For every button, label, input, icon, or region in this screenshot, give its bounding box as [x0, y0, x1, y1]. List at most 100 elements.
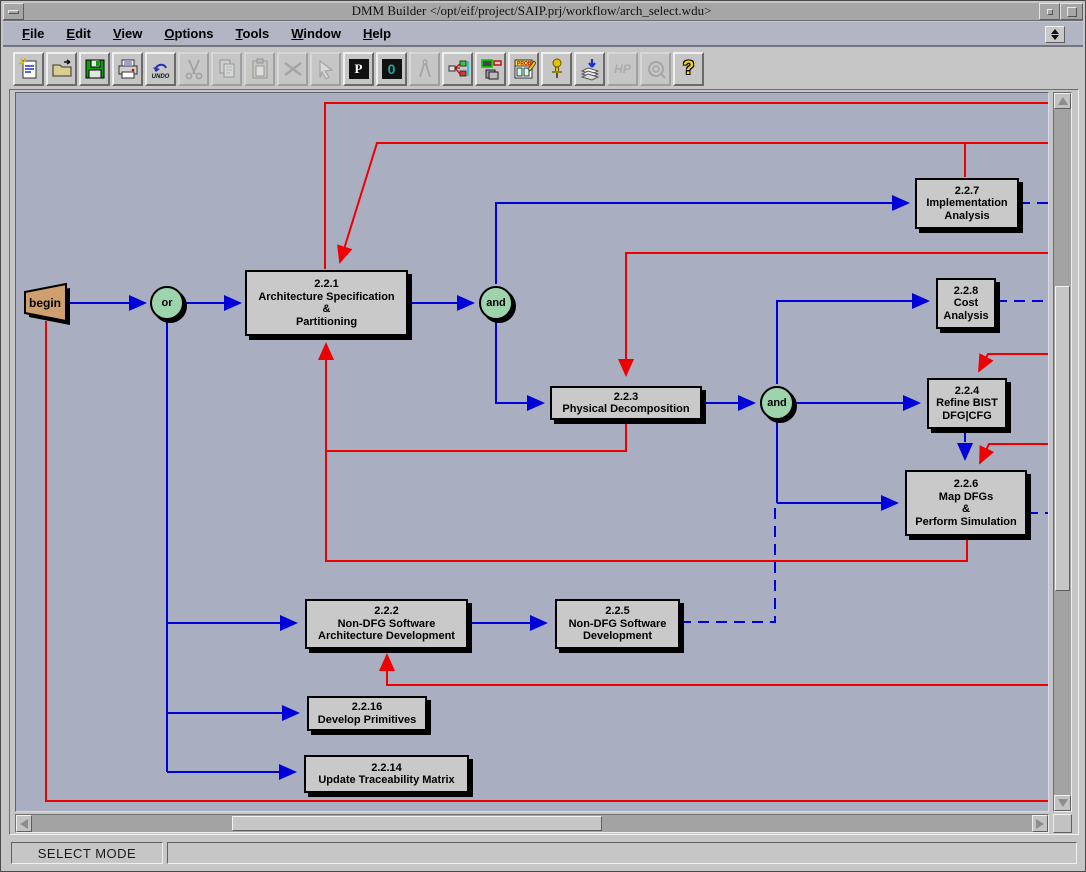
node-2.2.1[interactable]: 2.2.1 Architecture Specification & Parti… [245, 270, 408, 336]
node-and-1[interactable]: and [479, 286, 513, 320]
node-number: 2.2.6 [954, 478, 978, 491]
node-number: 2.2.5 [605, 605, 629, 618]
menu-help[interactable]: Help [352, 23, 402, 44]
stamp-button[interactable] [640, 52, 671, 86]
new-button[interactable] [13, 52, 44, 86]
prob-editor-button[interactable]: PROB [508, 52, 539, 86]
feedback-to-224[interactable] [979, 354, 1048, 371]
print-button[interactable] [112, 52, 143, 86]
stamp-seal-icon [644, 57, 668, 81]
node-2.2.6[interactable]: 2.2.6 Map DFGs & Perform Simulation [905, 470, 1027, 536]
prob-label: PROB [517, 61, 532, 67]
scroll-left-button[interactable] [16, 815, 32, 832]
menu-tools[interactable]: Tools [225, 23, 281, 44]
node-line: Map DFGs [939, 491, 993, 504]
copy-button[interactable] [211, 52, 242, 86]
node-or[interactable]: or [150, 286, 184, 320]
compass-button[interactable] [409, 52, 440, 86]
menu-view[interactable]: View [102, 23, 153, 44]
menu-window[interactable]: Window [280, 23, 352, 44]
node-number: 2.2.2 [374, 605, 398, 618]
horizontal-scroll-thumb[interactable] [232, 816, 602, 831]
mode-indicator: SELECT MODE [11, 842, 163, 864]
maximize-button[interactable] [1060, 3, 1083, 20]
paste-button[interactable] [244, 52, 275, 86]
node-line: & [962, 503, 970, 516]
scroll-down-button[interactable] [1054, 795, 1071, 811]
workflow-diagram-button[interactable] [442, 52, 473, 86]
open-folder-icon [50, 57, 74, 81]
menubar-spinner[interactable] [1045, 26, 1065, 43]
vertical-scrollbar[interactable] [1053, 92, 1072, 812]
zero-tool-button[interactable]: 0 [376, 52, 407, 86]
node-begin[interactable]: begin [24, 283, 76, 331]
p-glyph: P [355, 61, 363, 77]
open-button[interactable] [46, 52, 77, 86]
new-document-icon [17, 57, 41, 81]
zero-glyph: 0 [388, 61, 396, 77]
compass-icon [413, 57, 437, 81]
node-2.2.16[interactable]: 2.2.16 Develop Primitives [307, 696, 427, 731]
undo-label: UNDO [152, 74, 170, 80]
scroll-up-icon [1058, 97, 1068, 105]
node-2.2.14[interactable]: 2.2.14 Update Traceability Matrix [304, 755, 469, 793]
node-line: Analysis [943, 310, 988, 323]
select-pointer-button[interactable] [310, 52, 341, 86]
horizontal-scrollbar[interactable] [15, 814, 1049, 833]
window-layers-button[interactable] [475, 52, 506, 86]
prob-editor-icon: PROB [512, 57, 536, 81]
menu-file[interactable]: File [11, 23, 55, 44]
hp-tool-button[interactable]: HP [607, 52, 638, 86]
menu-bar: File Edit View Options Tools Window Help [3, 22, 1083, 47]
help-button[interactable]: ? [673, 52, 704, 86]
feedback-223-loop[interactable] [326, 420, 626, 451]
node-line: DFG|CFG [942, 410, 992, 423]
node-2.2.8[interactable]: 2.2.8 Cost Analysis [936, 278, 996, 329]
app-window: DMM Builder </opt/eif/project/SAIP.prj/w… [0, 0, 1086, 872]
feedback-226-to-221[interactable] [326, 344, 967, 561]
scroll-left-icon [20, 819, 28, 829]
node-2.2.5[interactable]: 2.2.5 Non-DFG Software Development [555, 599, 680, 649]
feedback-to-222[interactable] [387, 655, 1048, 685]
flow-lines [16, 93, 1049, 812]
flow-and1-to-227[interactable] [496, 203, 908, 284]
save-button[interactable] [79, 52, 110, 86]
minimize-button[interactable] [1039, 3, 1060, 20]
undo-button[interactable]: UNDO [145, 52, 176, 86]
toolbar: UNDO [3, 49, 1083, 89]
p-tool-button[interactable]: P [343, 52, 374, 86]
vertical-scroll-thumb[interactable] [1055, 286, 1070, 591]
status-message [167, 842, 1077, 864]
workflow-canvas[interactable]: begin or and and 2.2.1 Architecture Spec… [15, 92, 1049, 812]
node-and-2[interactable]: and [760, 386, 794, 420]
node-number: 2.2.1 [314, 278, 338, 291]
node-number: 2.2.7 [955, 185, 979, 198]
feedback-to-226[interactable] [980, 444, 1048, 463]
flow-225-to-and2-dashed[interactable] [680, 507, 775, 622]
node-2.2.4[interactable]: 2.2.4 Refine BIST DFG|CFG [927, 378, 1007, 429]
copy-icon [215, 57, 239, 81]
scroll-right-button[interactable] [1032, 815, 1048, 832]
node-line: Update Traceability Matrix [318, 774, 454, 787]
flow-and1-to-223[interactable] [496, 322, 543, 403]
menu-options[interactable]: Options [153, 23, 224, 44]
scrollbar-corner-grip[interactable] [1053, 814, 1072, 833]
window-menu-button[interactable] [3, 3, 24, 20]
window-title: DMM Builder </opt/eif/project/SAIP.prj/w… [24, 3, 1039, 20]
scroll-up-button[interactable] [1054, 93, 1071, 109]
scroll-right-icon [1036, 819, 1044, 829]
node-2.2.3[interactable]: 2.2.3 Physical Decomposition [550, 386, 702, 420]
menu-edit[interactable]: Edit [55, 23, 102, 44]
node-number: 2.2.14 [371, 762, 402, 775]
node-line: Physical Decomposition [562, 403, 689, 416]
cut-button[interactable] [178, 52, 209, 86]
flow-and2-to-228[interactable] [777, 301, 928, 384]
delete-button[interactable] [277, 52, 308, 86]
node-line: Non-DFG Software [338, 618, 436, 631]
pushpin-button[interactable] [541, 52, 572, 86]
hp-glyph: HP [614, 62, 631, 76]
node-2.2.7[interactable]: 2.2.7 Implementation Analysis [915, 178, 1019, 229]
node-line: Analysis [944, 210, 989, 223]
import-stack-button[interactable] [574, 52, 605, 86]
node-2.2.2[interactable]: 2.2.2 Non-DFG Software Architecture Deve… [305, 599, 468, 649]
